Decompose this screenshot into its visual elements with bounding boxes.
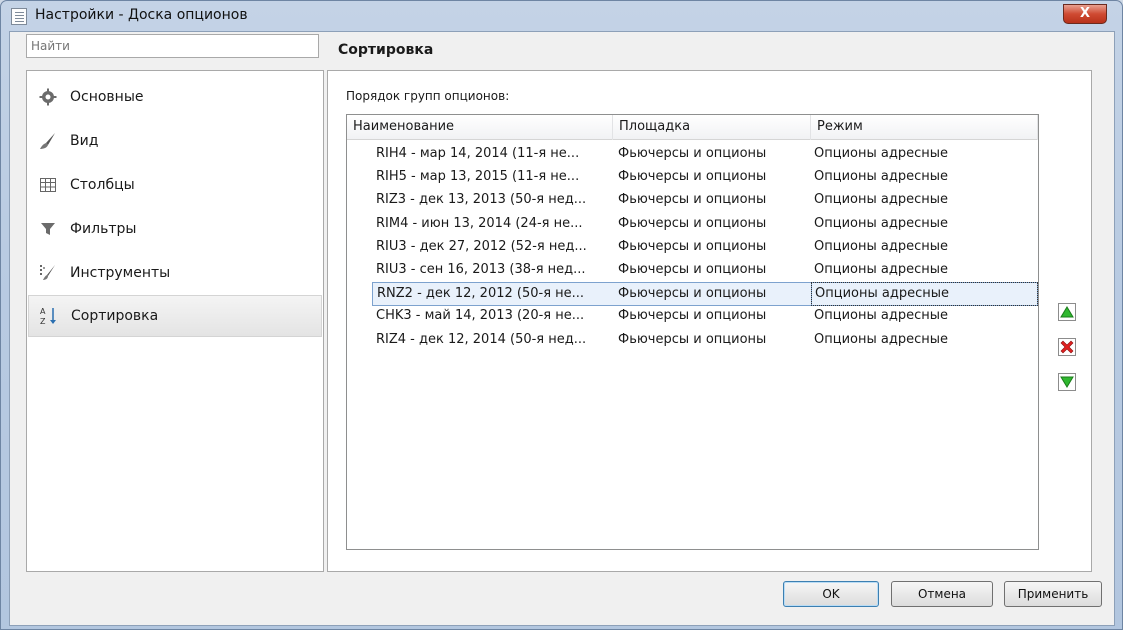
cell-mode: Опционы адресные bbox=[814, 192, 948, 208]
settings-sidebar: Основные Вид Столбцы Фильтры Инструменты bbox=[26, 70, 324, 572]
sidebar-item-label: Инструменты bbox=[70, 265, 171, 281]
sort-az-icon: AZ bbox=[39, 306, 59, 326]
sidebar-item-label: Вид bbox=[70, 133, 99, 149]
cell-venue: Фьючерсы и опционы bbox=[618, 215, 767, 231]
section-title: Сортировка bbox=[338, 42, 434, 58]
arrow-up-icon bbox=[1060, 306, 1074, 318]
svg-text:A: A bbox=[40, 307, 46, 316]
cell-name: RIU3 - сен 16, 2013 (38-я нед... bbox=[376, 262, 586, 277]
svg-text:Z: Z bbox=[40, 317, 46, 326]
column-header-mode[interactable]: Режим bbox=[811, 115, 1038, 140]
delete-button[interactable] bbox=[1058, 338, 1076, 356]
cell-venue: Фьючерсы и опционы bbox=[618, 146, 767, 161]
columns-icon bbox=[38, 175, 58, 195]
cell-name: RIH5 - мар 13, 2015 (11-я не... bbox=[376, 169, 580, 185]
sidebar-item-filters[interactable]: Фильтры bbox=[28, 208, 322, 250]
cell-name: RNZ2 - дек 12, 2012 (50-я не... bbox=[372, 282, 613, 307]
move-up-button[interactable] bbox=[1058, 303, 1076, 321]
sidebar-item-sorting[interactable]: AZ Сортировка bbox=[28, 295, 322, 337]
sidebar-item-label: Столбцы bbox=[70, 177, 135, 193]
table-row[interactable]: RIZ3 - дек 13, 2013 (50-я нед... Фьючерсы… bbox=[372, 189, 1038, 212]
column-header-name[interactable]: Наименование bbox=[347, 115, 613, 140]
cancel-button[interactable]: Отмена bbox=[891, 581, 993, 607]
cell-mode: Опционы адресные bbox=[814, 238, 948, 254]
sidebar-item-label: Основные bbox=[70, 89, 144, 105]
cell-venue: Фьючерсы и опционы bbox=[618, 308, 767, 324]
table-row[interactable]: RIM4 - июн 13, 2014 (24-я не... Фьючерсы … bbox=[372, 213, 1038, 236]
cell-venue: Фьючерсы и опционы bbox=[618, 192, 767, 208]
cell-venue: Фьючерсы и опционы bbox=[618, 262, 767, 277]
cell-mode: Опционы адресные bbox=[814, 146, 948, 161]
tools-icon bbox=[38, 263, 58, 283]
move-down-button[interactable] bbox=[1058, 373, 1076, 391]
arrow-down-icon bbox=[1060, 376, 1074, 388]
cell-venue: Фьючерсы и опционы bbox=[613, 282, 811, 307]
ok-button[interactable]: OK bbox=[783, 581, 879, 607]
window-title: Настройки - Доска опционов bbox=[35, 7, 248, 23]
cell-name: RIZ3 - дек 13, 2013 (50-я нед... bbox=[376, 192, 587, 208]
table-row[interactable]: RNZ2 - дек 12, 2012 (50-я не... Фьючерсы … bbox=[372, 282, 1038, 307]
table-row[interactable]: RIZ4 - дек 12, 2014 (50-я нед... Фьючерсы… bbox=[372, 329, 1038, 352]
title-bar[interactable]: Настройки - Доска опционов X bbox=[1, 1, 1122, 31]
group-order-label: Порядок групп опционов: bbox=[346, 89, 510, 103]
cell-name: RIH4 - мар 14, 2014 (11-я не... bbox=[376, 146, 580, 161]
sidebar-item-label: Фильтры bbox=[70, 221, 137, 237]
sidebar-item-general[interactable]: Основные bbox=[28, 76, 322, 118]
cell-name: RIM4 - июн 13, 2014 (24-я не... bbox=[376, 215, 583, 231]
cell-mode: Опционы адресные bbox=[811, 282, 1038, 307]
search-input[interactable] bbox=[26, 34, 319, 58]
gear-icon bbox=[38, 87, 58, 107]
close-button[interactable]: X bbox=[1063, 4, 1107, 24]
filter-icon bbox=[38, 219, 58, 239]
cell-name: RIZ4 - дек 12, 2014 (50-я нед... bbox=[376, 331, 587, 347]
cell-mode: Опционы адресные bbox=[814, 308, 948, 324]
cell-mode: Опционы адресные bbox=[814, 215, 948, 231]
brush-icon bbox=[38, 131, 58, 151]
cell-name: RIU3 - дек 27, 2012 (52-я нед... bbox=[376, 238, 587, 254]
table-row[interactable]: CHK3 - май 14, 2013 (20-я не... Фьючерсы … bbox=[372, 305, 1038, 328]
sidebar-item-tools[interactable]: Инструменты bbox=[28, 252, 322, 294]
cell-venue: Фьючерсы и опционы bbox=[618, 238, 767, 254]
table-row[interactable]: RIU3 - дек 27, 2012 (52-я нед... Фьючерсы… bbox=[372, 236, 1038, 259]
table-row[interactable]: RIH4 - мар 14, 2014 (11-я не... Фьючерсы … bbox=[372, 143, 1038, 166]
cell-mode: Опционы адресные bbox=[814, 169, 948, 185]
column-header-venue[interactable]: Площадка bbox=[613, 115, 811, 140]
cell-mode: Опционы адресные bbox=[814, 262, 948, 277]
table-row[interactable]: RIU3 - сен 16, 2013 (38-я нед... Фьючерсы… bbox=[372, 259, 1038, 282]
cell-mode: Опционы адресные bbox=[814, 331, 948, 347]
sidebar-item-view[interactable]: Вид bbox=[28, 120, 322, 162]
table-row[interactable]: RIH5 - мар 13, 2015 (11-я не... Фьючерсы … bbox=[372, 166, 1038, 189]
apply-button[interactable]: Применить bbox=[1004, 581, 1102, 607]
cell-venue: Фьючерсы и опционы bbox=[618, 169, 767, 185]
window-icon bbox=[11, 8, 27, 25]
settings-window: Настройки - Доска опционов X Основные Ви… bbox=[0, 0, 1123, 630]
cell-venue: Фьючерсы и опционы bbox=[618, 331, 767, 347]
sidebar-item-label: Сортировка bbox=[71, 308, 159, 324]
cell-name: CHK3 - май 14, 2013 (20-я не... bbox=[376, 308, 585, 324]
delete-x-icon bbox=[1060, 340, 1074, 354]
sidebar-item-columns[interactable]: Столбцы bbox=[28, 164, 322, 206]
option-groups-table[interactable]: Наименование Площадка Режим RIH4 - мар 1… bbox=[346, 114, 1039, 550]
table-header: Наименование Площадка Режим bbox=[347, 115, 1038, 140]
